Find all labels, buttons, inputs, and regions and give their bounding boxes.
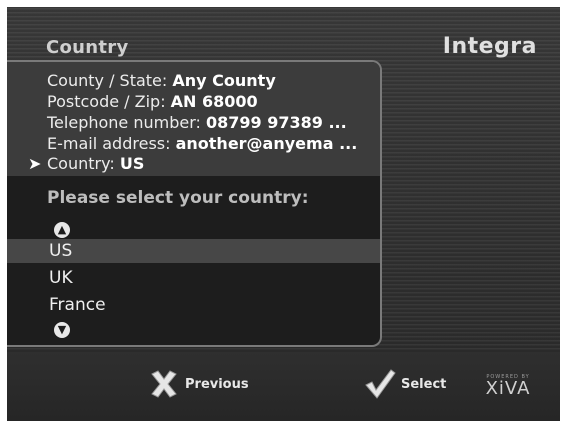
field-label: Postcode / Zip:	[47, 92, 171, 111]
field-telephone: Telephone number: 08799 97389 ...	[47, 114, 347, 132]
country-option-uk[interactable]: UK	[7, 266, 380, 290]
country-option-france[interactable]: France	[7, 293, 380, 317]
field-label: Country:	[47, 154, 120, 173]
field-label: E-mail address:	[47, 134, 176, 153]
screen: Country Integra County / State: Any Coun…	[0, 0, 567, 428]
xiva-logo: POWERED BY XiVA	[478, 374, 538, 398]
field-value: Any County	[172, 71, 276, 90]
field-value: another@anyema ...	[175, 134, 358, 153]
xiva-brand: XiVA	[485, 378, 531, 399]
footer-bar: Previous Select POWERED BY XiVA	[7, 352, 560, 421]
field-county-state: County / State: Any County	[47, 72, 276, 90]
integra-logo: Integra	[442, 34, 537, 59]
field-email: E-mail address: another@anyema ...	[47, 135, 357, 153]
settings-panel: County / State: Any County Postcode / Zi…	[7, 60, 382, 347]
cursor-arrow-icon: ➤	[28, 154, 42, 173]
field-country[interactable]: Country: US	[47, 155, 144, 173]
field-value: 08799 97389 ...	[205, 113, 347, 132]
x-cross-icon	[147, 367, 181, 401]
field-value: AN 68000	[170, 92, 258, 111]
scroll-down-icon[interactable]: ▼	[54, 322, 70, 338]
screen-title: Country	[46, 37, 129, 58]
select-button[interactable]: Select	[363, 366, 446, 402]
country-option-us[interactable]: US	[7, 239, 380, 263]
check-mark-icon	[363, 367, 397, 401]
scroll-up-icon[interactable]: ▲	[54, 222, 70, 238]
country-prompt: Please select your country:	[47, 188, 309, 208]
select-label: Select	[401, 376, 447, 392]
field-label: County / State:	[47, 71, 173, 90]
field-value: US	[119, 154, 145, 173]
previous-label: Previous	[185, 376, 249, 392]
field-label: Telephone number:	[47, 113, 206, 132]
previous-button[interactable]: Previous	[147, 366, 249, 402]
field-postcode: Postcode / Zip: AN 68000	[47, 93, 258, 111]
